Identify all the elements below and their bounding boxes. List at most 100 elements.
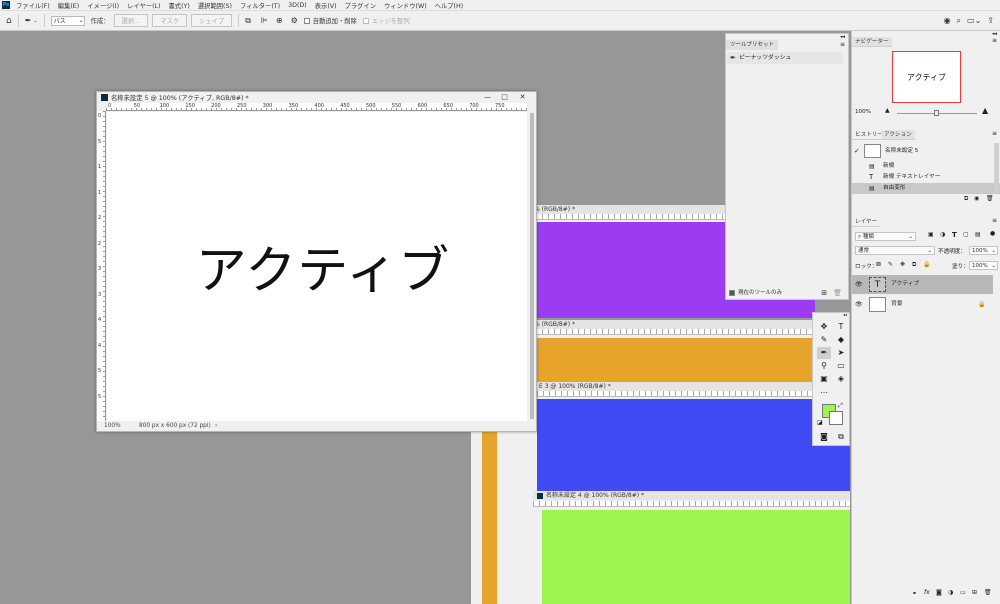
tab-layers[interactable]: レイヤー — [852, 217, 881, 227]
path-operations-icon[interactable]: ⧉ — [245, 16, 251, 26]
zoom-slider-handle[interactable] — [934, 110, 939, 116]
filter-pixel-icon[interactable]: ▣ — [928, 231, 934, 238]
visibility-eye-icon[interactable]: 👁 — [855, 295, 863, 314]
history-item[interactable]: T 新規 テキストレイヤー — [852, 172, 1000, 183]
path-arrangement-icon[interactable]: ⊕ — [276, 16, 283, 25]
filter-toggle-icon[interactable]: ● — [990, 230, 995, 237]
lock-artboard-icon[interactable]: ⧉ — [912, 261, 916, 269]
auto-add-delete-checkbox[interactable]: 自動追加・削除 — [303, 16, 357, 25]
history-snapshot[interactable]: ✓ 名称未設定 5 — [852, 143, 1000, 159]
path-selection-icon[interactable]: ➤ — [834, 347, 848, 359]
maximize-button[interactable]: □ — [496, 92, 513, 103]
delete-preset-icon[interactable]: 🗑 — [833, 287, 842, 299]
new-preset-icon[interactable]: ⊞ — [821, 287, 827, 299]
panel-menu-icon[interactable]: ≡ — [840, 41, 845, 48]
menu-file[interactable]: ファイル(F) — [16, 1, 50, 10]
panel-menu-icon[interactable]: ≡ — [992, 217, 997, 224]
history-scrollbar[interactable] — [994, 143, 999, 193]
settings-gear-icon[interactable]: ⚙ — [291, 16, 298, 25]
menu-type[interactable]: 書式(Y) — [169, 1, 190, 10]
type-tool-icon[interactable]: T — [834, 321, 848, 333]
add-mask-icon[interactable]: ◙ — [936, 589, 942, 596]
navigator-thumbnail[interactable]: アクティブ — [892, 51, 961, 103]
zoom-level[interactable]: 100% — [104, 421, 121, 431]
quick-mask-icon[interactable]: ◙ — [817, 431, 831, 443]
current-tool-only-checkbox[interactable]: 現在のツールのみ ⊞ 🗑 — [726, 287, 848, 299]
panel-menu-icon[interactable]: ≡ — [992, 37, 997, 44]
opacity-input[interactable]: 100% ⌄ — [969, 246, 998, 255]
preset-item[interactable]: ✒ ピーナッツダッシュ — [727, 52, 843, 64]
gradient-tool-icon[interactable]: ▣ — [817, 373, 831, 385]
layer-filter-select[interactable]: ⌕ 種類 ⌄ — [855, 232, 916, 241]
layer-name[interactable]: 背景 — [891, 295, 903, 314]
filter-adjustment-icon[interactable]: ◑ — [940, 231, 945, 238]
navigator-zoom[interactable]: 100% — [855, 109, 871, 115]
layer-row[interactable]: 👁 背景 🔒 — [852, 295, 993, 314]
pen-tool-icon[interactable]: ✒ ⌄ — [25, 16, 38, 25]
new-document-from-state-icon[interactable]: ⧉ — [964, 195, 968, 203]
filter-shape-icon[interactable]: ▢ — [963, 231, 969, 238]
close-button[interactable]: ✕ — [514, 92, 531, 103]
link-layers-icon[interactable]: ⚭ — [912, 590, 917, 597]
more-tools-icon[interactable]: ⋯ — [817, 387, 831, 399]
move-tool-icon[interactable]: ✥ — [817, 321, 831, 333]
swap-colors-icon[interactable]: ⤢ — [838, 402, 843, 410]
minimize-button[interactable]: — — [479, 92, 496, 103]
tab-actions[interactable]: アクション — [881, 130, 915, 140]
adjustment-layer-icon[interactable]: ◑ — [948, 589, 953, 596]
snapshot-camera-icon[interactable]: ◉ — [974, 195, 979, 202]
new-layer-icon[interactable]: ⊞ — [972, 589, 977, 596]
workspace-icon[interactable]: ▭⌄ — [967, 16, 981, 25]
scroll-thumb[interactable] — [530, 113, 534, 419]
vertical-scrollbar[interactable] — [527, 111, 536, 421]
search-icon[interactable]: ⌕ — [957, 16, 961, 26]
document-canvas[interactable]: アクティブ — [107, 112, 527, 421]
screen-mode-icon[interactable]: ⧉ — [834, 431, 848, 443]
home-icon[interactable]: ⌂ — [6, 16, 12, 26]
align-edges-checkbox[interactable]: エッジを整列 — [362, 16, 410, 25]
window-titlebar[interactable]: 名称未設定 5 @ 100% (アクティブ, RGB/8#) * — [97, 92, 536, 103]
tab-navigator[interactable]: ナビゲーター — [852, 37, 892, 47]
toolbox-collapse-icon[interactable]: ◂◂ — [843, 312, 847, 317]
lock-all-icon[interactable]: 🔒 — [923, 261, 930, 268]
background-color-swatch[interactable] — [829, 411, 843, 425]
doc-window-green[interactable]: 名称未設定 4 @ 100% (RGB/8#) * — [533, 491, 850, 604]
fill-input[interactable]: 100% ⌄ — [969, 261, 998, 270]
panel-menu-icon[interactable]: ≡ — [992, 130, 997, 137]
pen-tool-icon[interactable]: ✒ — [817, 347, 831, 359]
mask-button[interactable]: マスク — [152, 14, 188, 27]
canvas-text[interactable]: アクティブ — [196, 229, 450, 303]
shape-button[interactable]: シェイプ — [191, 14, 233, 27]
active-document-window[interactable]: 名称未設定 5 @ 100% (アクティブ, RGB/8#) * — □ ✕ 0… — [96, 91, 537, 432]
zoom-out-icon[interactable]: ▲ — [885, 107, 890, 114]
account-icon[interactable]: ◉ — [944, 16, 951, 25]
history-item[interactable]: ▤ 新規 — [852, 161, 1000, 172]
tool-mode-select[interactable]: パス ⌄ — [50, 15, 85, 26]
tab-tool-presets[interactable]: ツールプリセット — [726, 40, 779, 50]
menu-layer[interactable]: レイヤー(L) — [127, 1, 160, 10]
new-group-icon[interactable]: ▭ — [960, 589, 966, 596]
zoom-in-icon[interactable]: ▲ — [982, 106, 988, 115]
path-alignment-icon[interactable]: ⊫ — [261, 16, 268, 25]
rectangle-tool-icon[interactable]: ▭ — [834, 360, 848, 372]
share-icon[interactable]: ⇪ — [987, 16, 994, 25]
lock-position-icon[interactable]: ✥ — [900, 261, 905, 268]
menu-help[interactable]: ヘルプ(H) — [435, 1, 464, 10]
eraser-tool-icon[interactable]: ◆ — [834, 334, 848, 346]
lock-transparency-icon[interactable]: ⊠ — [876, 261, 881, 268]
lock-image-icon[interactable]: ✎ — [888, 261, 893, 268]
clone-stamp-icon[interactable]: ⚲ — [817, 360, 831, 372]
layer-style-icon[interactable]: fx — [924, 589, 930, 596]
layer-row-selected[interactable]: 👁 T アクティブ — [852, 275, 993, 294]
menu-3d[interactable]: 3D(D) — [288, 2, 307, 9]
layer-name[interactable]: アクティブ — [891, 275, 919, 294]
layers-scrollbar[interactable] — [994, 275, 999, 595]
doc-window-orange[interactable]: % (RGB/8#) * — [530, 320, 820, 382]
menu-select[interactable]: 選択範囲(S) — [198, 1, 232, 10]
dodge-tool-icon[interactable]: ◈ — [834, 373, 848, 385]
menu-view[interactable]: 表示(V) — [315, 1, 337, 10]
doc-window-purple[interactable]: % (RGB/8#) * — [530, 205, 725, 318]
delete-state-icon[interactable]: 🗑 — [986, 195, 994, 202]
delete-layer-icon[interactable]: 🗑 — [984, 589, 992, 596]
menu-plugins[interactable]: プラグイン — [345, 1, 376, 10]
